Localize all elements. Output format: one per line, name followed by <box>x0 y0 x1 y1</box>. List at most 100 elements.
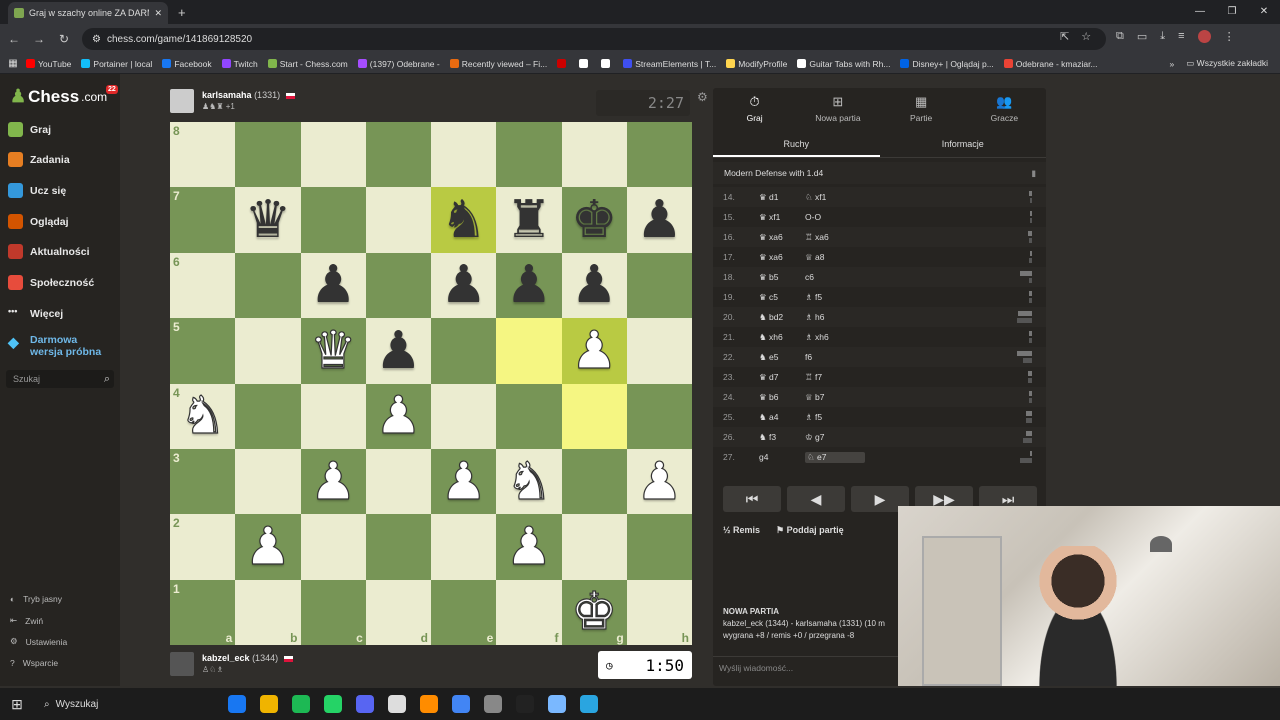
black-move[interactable]: ♗ f5 <box>805 292 865 303</box>
square-d2[interactable] <box>365 514 431 580</box>
square-f7[interactable]: ♜ <box>496 187 562 253</box>
taskbar-app-icon[interactable] <box>228 695 246 713</box>
previous-move-button[interactable]: ◀ <box>787 486 845 512</box>
panel-tab-3[interactable]: 👥 Gracze <box>963 88 1046 130</box>
square-f8[interactable] <box>496 122 562 188</box>
back-icon[interactable]: ← <box>3 32 25 46</box>
square-d5[interactable]: ♟ <box>365 318 431 384</box>
bookmark-item[interactable] <box>601 59 613 69</box>
black-pawn-icon[interactable]: ♟ <box>506 259 553 311</box>
taskbar-app-icon[interactable] <box>292 695 310 713</box>
square-a6[interactable]: 6 <box>170 252 236 319</box>
search-icon[interactable]: ⌕ <box>104 370 110 388</box>
collapse-button[interactable]: ⇤ Zwiń <box>10 615 43 626</box>
square-d7[interactable] <box>365 187 431 253</box>
panel-tab-2[interactable]: ▦ Partie <box>880 88 963 130</box>
sidepanel-icon[interactable]: ▭ <box>1137 30 1147 43</box>
opponent-avatar[interactable] <box>170 89 194 113</box>
square-c2[interactable] <box>300 514 366 580</box>
white-move[interactable]: ♛ b6 <box>745 392 805 403</box>
white-king-icon[interactable]: ♚ <box>570 586 618 639</box>
square-b5[interactable] <box>235 318 301 384</box>
minimize-button[interactable]: — <box>1184 0 1216 24</box>
square-e1[interactable]: e <box>431 579 497 645</box>
draw-button[interactable]: ½ Remis <box>723 525 760 536</box>
black-move[interactable]: c6 <box>805 272 865 282</box>
white-pawn-icon[interactable]: ♟ <box>440 455 488 508</box>
square-h8[interactable] <box>626 122 692 188</box>
white-pawn-icon[interactable]: ♟ <box>374 390 422 443</box>
white-pawn-icon[interactable]: ♟ <box>635 455 683 508</box>
chess-board[interactable]: 8 7 ♛ ♞ ♜ ♚ ♟ 6 ♟ ♟ ♟ ♟ 5 ♛ ♟ ♟ 4 ♞ ♟ 3 ♟ ♟ ♞ ♟ 2 ♟ ♟ 1 a b c d e f g ♚ h <box>170 122 692 645</box>
resign-button[interactable]: ⚑ Poddaj partię <box>776 525 844 536</box>
bookmark-item[interactable]: Start - Chess.com <box>267 59 348 69</box>
square-a5[interactable]: 5 <box>170 318 236 384</box>
black-move[interactable]: f6 <box>805 352 865 362</box>
square-a4[interactable]: 4 ♞ <box>170 383 236 449</box>
black-move[interactable]: ♗ h6 <box>805 312 865 323</box>
new-tab-button[interactable]: + <box>178 5 186 20</box>
white-knight-icon[interactable]: ♞ <box>179 390 227 443</box>
bookmark-item[interactable]: Guitar Tabs with Rh... <box>797 59 890 69</box>
square-g2[interactable] <box>561 514 627 580</box>
square-e6[interactable]: ♟ <box>431 252 497 319</box>
square-f6[interactable]: ♟ <box>496 252 562 319</box>
white-move[interactable]: ♛ xa6 <box>745 232 805 243</box>
square-b8[interactable] <box>235 122 301 188</box>
black-move[interactable]: ♘ e7 <box>805 451 865 463</box>
sidebar-item-5[interactable]: Społeczność <box>8 275 94 290</box>
white-queen-icon[interactable]: ♛ <box>309 324 357 377</box>
square-g6[interactable]: ♟ <box>561 252 627 319</box>
square-f1[interactable]: f <box>496 579 562 645</box>
white-pawn-icon[interactable]: ♟ <box>570 324 618 377</box>
square-g7[interactable]: ♚ <box>561 187 627 253</box>
sidebar-item-6[interactable]: ••• Więcej <box>8 306 63 321</box>
square-b7[interactable]: ♛ <box>235 187 301 253</box>
url-bar[interactable]: ⚙ chess.com/game/141869128520 <box>82 28 1106 50</box>
square-h1[interactable]: h <box>626 579 692 645</box>
black-rook-icon[interactable]: ♜ <box>506 194 553 246</box>
square-d4[interactable]: ♟ <box>365 383 431 449</box>
sidebar-item-3[interactable]: Oglądaj <box>8 214 69 229</box>
sidebar-item-1[interactable]: Zadania <box>8 152 70 167</box>
bookmark-item[interactable]: Twitch <box>221 59 258 69</box>
square-h3[interactable]: ♟ <box>626 448 692 515</box>
bookmark-item[interactable]: Disney+ | Oglądaj p... <box>900 59 994 69</box>
white-pawn-icon[interactable]: ♟ <box>244 520 292 573</box>
taskbar-app-icon[interactable] <box>516 695 534 713</box>
all-bookmarks[interactable]: ▭ Wszystkie zakładki <box>1186 58 1268 69</box>
white-move[interactable]: ♛ xa6 <box>745 252 805 263</box>
reading-list-icon[interactable]: ≡ <box>1178 30 1184 43</box>
bookmark-item[interactable]: Odebrane - kmaziar... <box>1003 59 1098 69</box>
square-h6[interactable] <box>626 252 692 319</box>
square-a1[interactable]: 1a <box>170 579 236 645</box>
square-b3[interactable] <box>235 448 301 515</box>
white-knight-icon[interactable]: ♞ <box>505 455 553 508</box>
bookmark-item[interactable] <box>557 59 569 69</box>
bookmark-item[interactable] <box>579 59 591 69</box>
white-move[interactable]: ♞ f3 <box>745 432 805 443</box>
reload-icon[interactable]: ↻ <box>53 32 75 46</box>
square-c7[interactable] <box>300 187 366 253</box>
white-move[interactable]: ♛ d7 <box>745 372 805 383</box>
sidebar-item-2[interactable]: Ucz się <box>8 183 66 198</box>
white-pawn-icon[interactable]: ♟ <box>505 520 553 573</box>
square-a7[interactable]: 7 <box>170 187 236 253</box>
bookmark-item[interactable]: Facebook <box>162 59 212 69</box>
square-d6[interactable] <box>365 252 431 319</box>
square-c3[interactable]: ♟ <box>300 448 366 515</box>
square-d1[interactable]: d <box>365 579 431 645</box>
opponent-name-line[interactable]: karlsamaha (1331) <box>202 90 295 100</box>
square-c6[interactable]: ♟ <box>300 252 366 319</box>
taskbar-app-icon[interactable] <box>484 695 502 713</box>
extensions-icon[interactable]: ⧉ <box>1116 30 1124 43</box>
square-g8[interactable] <box>561 122 627 188</box>
black-pawn-icon[interactable]: ♟ <box>440 259 487 311</box>
forward-icon[interactable]: → <box>28 32 50 46</box>
black-move[interactable]: ♔ g7 <box>805 432 865 443</box>
taskbar-app-icon[interactable] <box>388 695 406 713</box>
white-move[interactable]: ♞ bd2 <box>745 312 805 323</box>
taskbar-app-icon[interactable] <box>452 695 470 713</box>
square-a8[interactable]: 8 <box>170 122 236 188</box>
square-g5[interactable]: ♟ <box>561 318 627 384</box>
